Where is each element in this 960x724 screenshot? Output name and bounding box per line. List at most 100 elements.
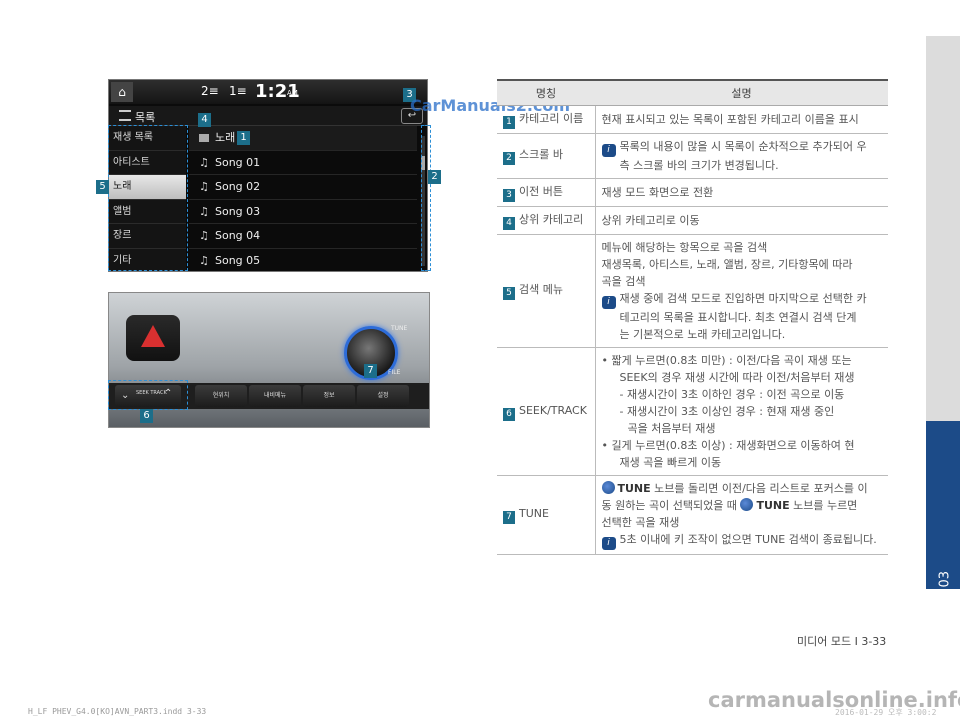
song-row[interactable]: ♫ Song 04 [189,224,417,249]
row-number-badge: 5 [503,287,515,300]
table-row: 7 TUNE TUNE 노브를 돌리면 이전/다음 리스트로 포커스를 이 동 원… [497,475,888,555]
item-description: 선택한 곡을 재생 [601,515,680,529]
item-description: 측 스크롤 바의 크기가 변경됩니다. [619,158,779,172]
print-imprint: H_LF PHEV_G4.0[KO]AVN_PART3.indd 3-33 [28,707,207,716]
item-description: SEEK의 경우 재생 시간에 따라 이전/처음부터 재생 [619,370,855,384]
file-label: FILE [388,369,401,376]
song-title: Song 03 [215,204,261,218]
music-note-icon: ♫ [199,204,209,218]
page-footer: 미디어 모드 I 3-33 [797,635,887,648]
item-description: • 짧게 누르면(0.8초 미만) : 이전/다음 곡이 재생 또는 [601,353,852,367]
row-number-badge: 2 [503,152,515,165]
music-note-icon: ♫ [199,180,209,193]
callout-outline-categories [108,125,188,271]
item-name: 이전 버튼 [519,184,563,198]
clock-ampm: AM [287,89,298,97]
item-description: 는 기본적으로 노래 카테고리입니다. [619,327,786,341]
header-description: 설명 [595,79,888,106]
item-description: 현재 표시되고 있는 목록이 포함된 카테고리 이름을 표시 [601,112,859,126]
hazard-triangle-icon [141,325,165,347]
header-name: 명칭 [497,79,595,106]
parent-category-row[interactable]: 노래 [189,126,417,151]
row-number-badge: 7 [503,511,515,524]
song-title: Song 01 [215,155,261,169]
item-description: i 5초 이내에 키 조작이 없으면 TUNE 검색이 종료됩니다. [601,531,883,550]
status-indicator-b: 1≡ [229,84,247,98]
list-title: 목록 [135,111,156,124]
music-note-icon: ♫ [199,229,209,242]
hazard-button [126,315,180,361]
song-title: Song 05 [215,253,261,267]
item-description: 메뉴에 해당하는 항목으로 곡을 검색 [601,240,768,254]
table-row: 6 SEEK/TRACK • 짧게 누르면(0.8초 미만) : 이전/다음 곡이… [497,347,888,476]
panel-button-info: 정보 [303,385,355,407]
item-description: • 길게 누르면(0.8초 이상) : 재생화면으로 이동하여 현 [601,438,855,452]
callout-badge-1: 1 [237,131,250,145]
table-row: 3 이전 버튼 재생 모드 화면으로 전환 [497,178,888,207]
item-name: TUNE [519,507,549,520]
table-row: 1 카테고리 이름 현재 표시되고 있는 목록이 포함된 카테고리 이름을 표시 [497,105,888,134]
table-header-row: 명칭 설명 [497,79,888,106]
song-list: 노래 ♫ Song 01 ♫ Song 02 ♫ Song 03 ♫ Song 04 ♫… [189,126,417,272]
row-number-badge: 6 [503,407,515,421]
row-number-badge: 1 [503,115,515,129]
info-icon: i [601,143,616,157]
item-name: 검색 메뉴 [519,283,563,296]
song-row[interactable]: ♫ Song 05 [189,249,417,272]
watermark-bottom: carmanualsonline.info [708,688,960,712]
chapter-number: 03 [938,571,953,588]
callout-badge-4: 4 [198,113,211,127]
item-description: 동 원하는 곡이 선택되었을 때 TUNE 노브를 누르면 [601,497,858,512]
song-title: Song 04 [215,229,261,242]
chapter-side-tab: 03 [926,36,960,589]
callout-outline-scroll [421,125,431,271]
item-description: 상위 카테고리로 이동 [601,213,700,227]
status-bar: ⌂ 2≡ 1≡ 1:21 AM [109,80,427,104]
item-description: - 재생시간이 3초 이하인 경우 : 이전 곡으로 이동 [619,387,845,401]
status-indicator-a: 2≡ [201,84,219,98]
item-name: 스크롤 바 [519,148,563,161]
tune-knob-icon [740,497,754,511]
table-row: 2 스크롤 바 i 목록의 내용이 많을 시 목록이 순차적으로 추가되어 우 측 … [497,133,888,179]
item-name: SEEK/TRACK [519,403,587,417]
item-description: i 재생 중에 검색 모드로 진입하면 마지막으로 선택한 카 [601,290,883,309]
callout-badge-6: 6 [140,409,153,423]
info-icon: i [601,536,616,550]
list-title-bar: 목록 ↩ [109,106,427,126]
item-name: 상위 카테고리 [519,212,584,226]
item-description: 재생 곡을 빠르게 이동 [619,455,722,469]
folder-icon [199,134,209,142]
panel-button-settings: 설정 [357,385,409,407]
callout-badge-7: 7 [364,364,377,378]
callout-outline-seek [108,380,188,410]
item-description: 재생목록, 아티스트, 노래, 앨범, 장르, 기타항목에 따라 [601,257,853,271]
panel-button-location: 현위치 [195,385,247,407]
row-number-badge: 4 [503,216,515,230]
table-row: 5 검색 메뉴 메뉴에 해당하는 항목으로 곡을 검색 재생목록, 아티스트, 노… [497,234,888,348]
parent-category-label: 노래 [215,131,236,144]
callout-badge-2: 2 [428,170,441,184]
song-row[interactable]: ♫ Song 03 [189,200,417,224]
home-icon[interactable]: ⌂ [111,82,133,102]
row-number-badge: 3 [503,188,515,202]
item-description: i 목록의 내용이 많을 시 목록이 순차적으로 추가되어 우 [601,138,883,157]
tune-label: TUNE [391,325,408,332]
panel-button-nav-menu: 내비메뉴 [249,385,301,407]
item-description: TUNE 노브를 돌리면 이전/다음 리스트로 포커스를 이 [601,480,883,497]
song-row[interactable]: ♫ Song 02 [189,175,417,200]
music-note-icon: ♫ [199,155,209,169]
item-description: - 재생시간이 3초 이상인 경우 : 현재 재생 중인 [619,404,835,418]
item-description: 테고리의 목록을 표시합니다. 최초 연결시 검색 단계 [619,310,857,324]
item-description: 재생 모드 화면으로 전환 [601,185,714,199]
item-description: 곡을 처음부터 재생 [627,421,716,435]
info-icon: i [601,295,616,309]
chapter-active-marker [926,421,960,589]
table-row: 4 상위 카테고리 상위 카테고리로 이동 [497,206,888,235]
item-name: 카테고리 이름 [519,111,584,125]
description-table: 명칭 설명 1 카테고리 이름 현재 표시되고 있는 목록이 포함된 카테고리 이… [497,79,888,555]
tune-knob-icon [601,480,615,494]
music-note-icon: ♫ [199,253,209,267]
item-description: 곡을 검색 [601,274,646,288]
song-title: Song 02 [215,180,261,193]
song-row[interactable]: ♫ Song 01 [189,151,417,175]
